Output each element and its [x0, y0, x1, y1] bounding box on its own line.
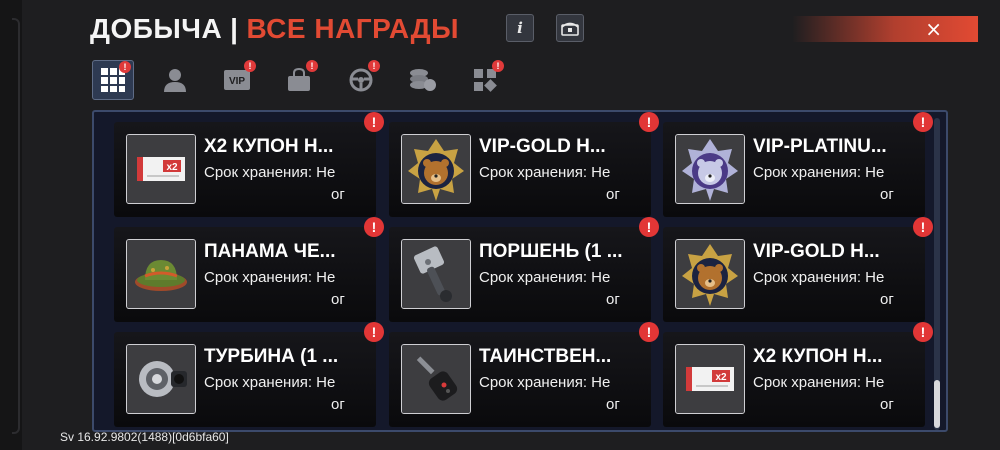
- chest-icon: [561, 22, 579, 36]
- reward-storage: Срок хранения: Не: [479, 374, 611, 391]
- reward-card[interactable]: ТУРБИНА (1 ... Срок хранения: Не ог !: [114, 322, 384, 427]
- tab-all[interactable]: !: [92, 60, 134, 100]
- reward-name: VIP-PLATINU...: [753, 136, 887, 157]
- page-title: ДОБЫЧА | ВСЕ НАГРАДЫ: [90, 12, 459, 46]
- reward-name: ПОРШЕНЬ (1 ...: [479, 241, 623, 262]
- reward-storage: Срок хранения: Не: [753, 164, 885, 181]
- reward-card[interactable]: VIP-GOLD Н... Срок хранения: Не ог !: [389, 112, 659, 217]
- reward-storage: Срок хранения: Не: [204, 269, 336, 286]
- alert-badge: !: [913, 217, 933, 237]
- close-button[interactable]: ×: [792, 16, 978, 42]
- tab-alert-badge: !: [244, 60, 256, 72]
- svg-text:x2: x2: [715, 372, 727, 383]
- version-label: Sv 16.92.9802(1488)[0d6bfa60]: [60, 430, 229, 444]
- reward-storage-cont: ог: [880, 396, 894, 413]
- alert-badge: !: [639, 217, 659, 237]
- scrollbar-thumb[interactable]: [934, 380, 940, 428]
- reward-card[interactable]: x2 X2 КУПОН Н... Срок хранения: Не ог !: [114, 112, 384, 217]
- reward-storage-cont: ог: [331, 186, 345, 203]
- alert-badge: !: [913, 322, 933, 342]
- reward-card[interactable]: ТАИНСТВЕН... Срок хранения: Не ог !: [389, 322, 659, 427]
- bag-icon: [288, 68, 310, 91]
- tab-alert-badge: !: [492, 60, 504, 72]
- alert-badge: !: [639, 112, 659, 132]
- coins-icon: [410, 69, 436, 91]
- title-main: ДОБЫЧА: [90, 13, 223, 44]
- info-button[interactable]: i: [506, 14, 534, 42]
- reward-card[interactable]: VIP-GOLD Н... Срок хранения: Не ог !: [663, 217, 933, 322]
- reward-name: ТУРБИНА (1 ...: [204, 346, 339, 367]
- reward-storage-cont: ог: [880, 186, 894, 203]
- tab-alert-badge: !: [306, 60, 318, 72]
- reward-storage: Срок хранения: Не: [479, 164, 611, 181]
- person-icon: [164, 69, 186, 92]
- reward-storage-cont: ог: [331, 396, 345, 413]
- reward-storage: Срок хранения: Не: [204, 374, 336, 391]
- alert-badge: !: [364, 322, 384, 342]
- reward-name: X2 КУПОН Н...: [204, 136, 334, 157]
- reward-storage-cont: ог: [606, 291, 620, 308]
- info-icon: i: [517, 19, 523, 37]
- tab-vehicles[interactable]: !: [340, 60, 382, 100]
- alert-badge: !: [639, 322, 659, 342]
- reward-name: ПАНАМА ЧЕ...: [204, 241, 336, 262]
- reward-storage: Срок хранения: Не: [204, 164, 336, 181]
- reward-storage-cont: ог: [606, 396, 620, 413]
- reward-card[interactable]: ПАНАМА ЧЕ... Срок хранения: Не ог !: [114, 217, 384, 322]
- tab-other[interactable]: !: [464, 60, 506, 100]
- reward-card[interactable]: x2 X2 КУПОН Н... Срок хранения: Не ог !: [663, 322, 933, 427]
- chest-button[interactable]: [556, 14, 584, 42]
- tab-vip[interactable]: VIP !: [216, 60, 258, 100]
- reward-name: X2 КУПОН Н...: [753, 346, 883, 367]
- reward-name: VIP-GOLD Н...: [479, 136, 606, 157]
- reward-storage: Срок хранения: Не: [479, 269, 611, 286]
- tab-accessories[interactable]: !: [278, 60, 320, 100]
- alert-badge: !: [364, 112, 384, 132]
- close-icon: ×: [925, 17, 942, 41]
- apps-icon: [474, 69, 497, 92]
- svg-text:VIP: VIP: [229, 76, 245, 87]
- reward-storage: Срок хранения: Не: [753, 269, 885, 286]
- steering-wheel-icon: [349, 68, 373, 92]
- tab-character[interactable]: [154, 60, 196, 100]
- title-accent: ВСЕ НАГРАДЫ: [246, 13, 459, 44]
- vip-icon: VIP: [224, 70, 250, 90]
- reward-name: VIP-GOLD Н...: [753, 241, 880, 262]
- alert-badge: !: [364, 217, 384, 237]
- alert-badge: !: [913, 112, 933, 132]
- reward-card[interactable]: VIP-PLATINU... Срок хранения: Не ог !: [663, 112, 933, 217]
- tab-alert-badge: !: [368, 60, 380, 72]
- reward-storage-cont: ог: [606, 186, 620, 203]
- reward-name: ТАИНСТВЕН...: [479, 346, 612, 367]
- device-edge: [0, 0, 22, 450]
- title-separator: |: [230, 13, 239, 44]
- reward-storage-cont: ог: [880, 291, 894, 308]
- tab-alert-badge: !: [119, 61, 131, 73]
- reward-card[interactable]: ПОРШЕНЬ (1 ... Срок хранения: Не ог !: [389, 217, 659, 322]
- tab-currency[interactable]: [402, 60, 444, 100]
- reward-storage-cont: ог: [331, 291, 345, 308]
- svg-text:x2: x2: [166, 162, 178, 173]
- reward-storage: Срок хранения: Не: [753, 374, 885, 391]
